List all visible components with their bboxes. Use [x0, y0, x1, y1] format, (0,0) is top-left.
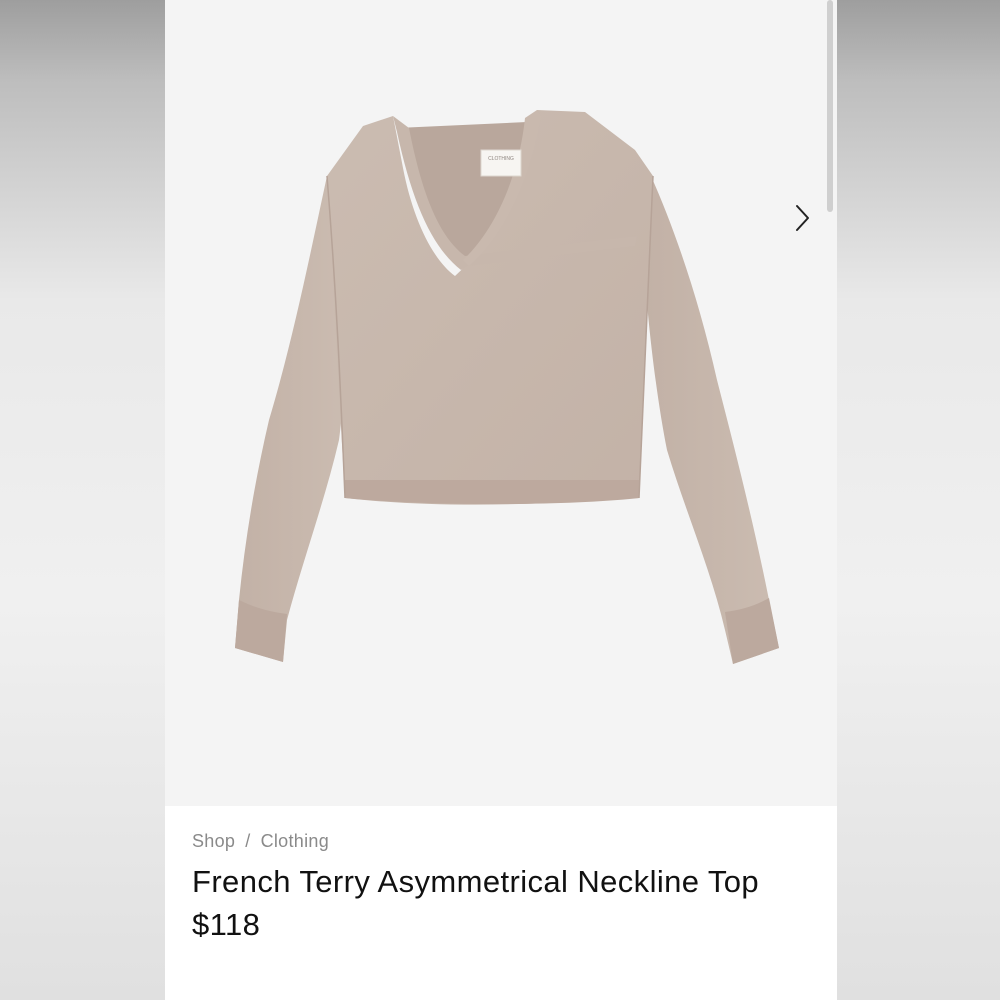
left-backdrop: [0, 0, 165, 1000]
breadcrumb-separator: /: [245, 830, 251, 851]
product-info: Shop / Clothing French Terry Asymmetrica…: [192, 828, 812, 946]
garment-tag-label: CLOTHING: [488, 156, 514, 162]
product-price: $118: [192, 907, 261, 942]
breadcrumb-shop[interactable]: Shop: [192, 831, 235, 852]
right-backdrop: [837, 0, 1000, 1000]
chevron-right-icon: [796, 205, 809, 231]
product-image-gallery[interactable]: CLOTHING: [165, 0, 837, 806]
breadcrumb-clothing[interactable]: Clothing: [261, 831, 329, 852]
product-title: French Terry Asymmetrical Neckline Top: [192, 864, 760, 899]
next-image-button[interactable]: [785, 196, 819, 240]
scrollbar[interactable]: [827, 0, 833, 212]
product-image: CLOTHING: [235, 110, 779, 664]
product-page: CLOTHING Shop / Clothing French Terry As…: [165, 0, 837, 1000]
breadcrumb: Shop / Clothing: [192, 828, 812, 854]
